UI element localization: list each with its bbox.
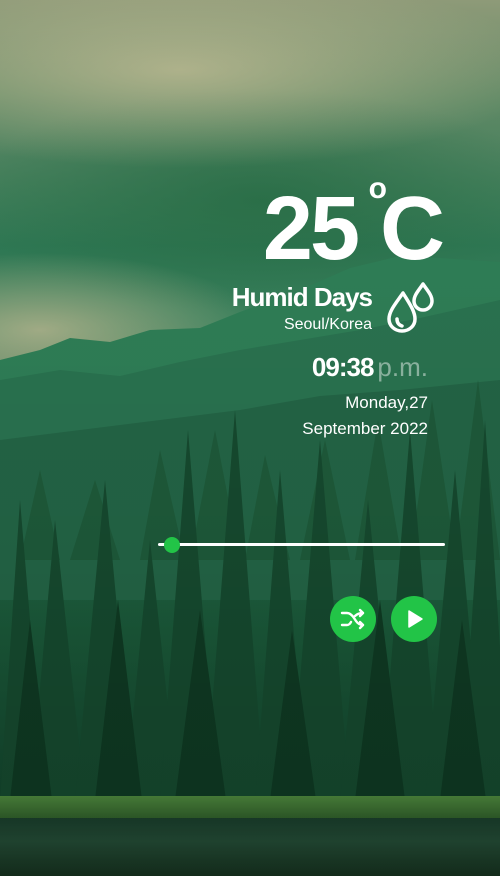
date-weekday-day: Monday,27 bbox=[345, 393, 428, 412]
temperature-value: 25 bbox=[262, 179, 360, 279]
progress-track[interactable] bbox=[158, 543, 445, 546]
temperature-unit: C bbox=[380, 179, 445, 279]
play-icon bbox=[408, 610, 423, 628]
clock-period: p.m. bbox=[377, 352, 428, 382]
weather-condition: Humid Days bbox=[231, 282, 373, 312]
clock-time: 09:38 bbox=[311, 352, 374, 382]
clock: 09:38 p.m. bbox=[312, 352, 428, 383]
location-label: Seoul/Korea bbox=[283, 316, 372, 333]
play-button[interactable] bbox=[391, 596, 437, 642]
date-month-year: September 2022 bbox=[302, 419, 428, 438]
shuffle-button[interactable] bbox=[330, 596, 376, 642]
temperature-display: 25 o C bbox=[245, 174, 445, 279]
shuffle-icon bbox=[340, 608, 365, 630]
water-drops-icon bbox=[387, 282, 434, 333]
